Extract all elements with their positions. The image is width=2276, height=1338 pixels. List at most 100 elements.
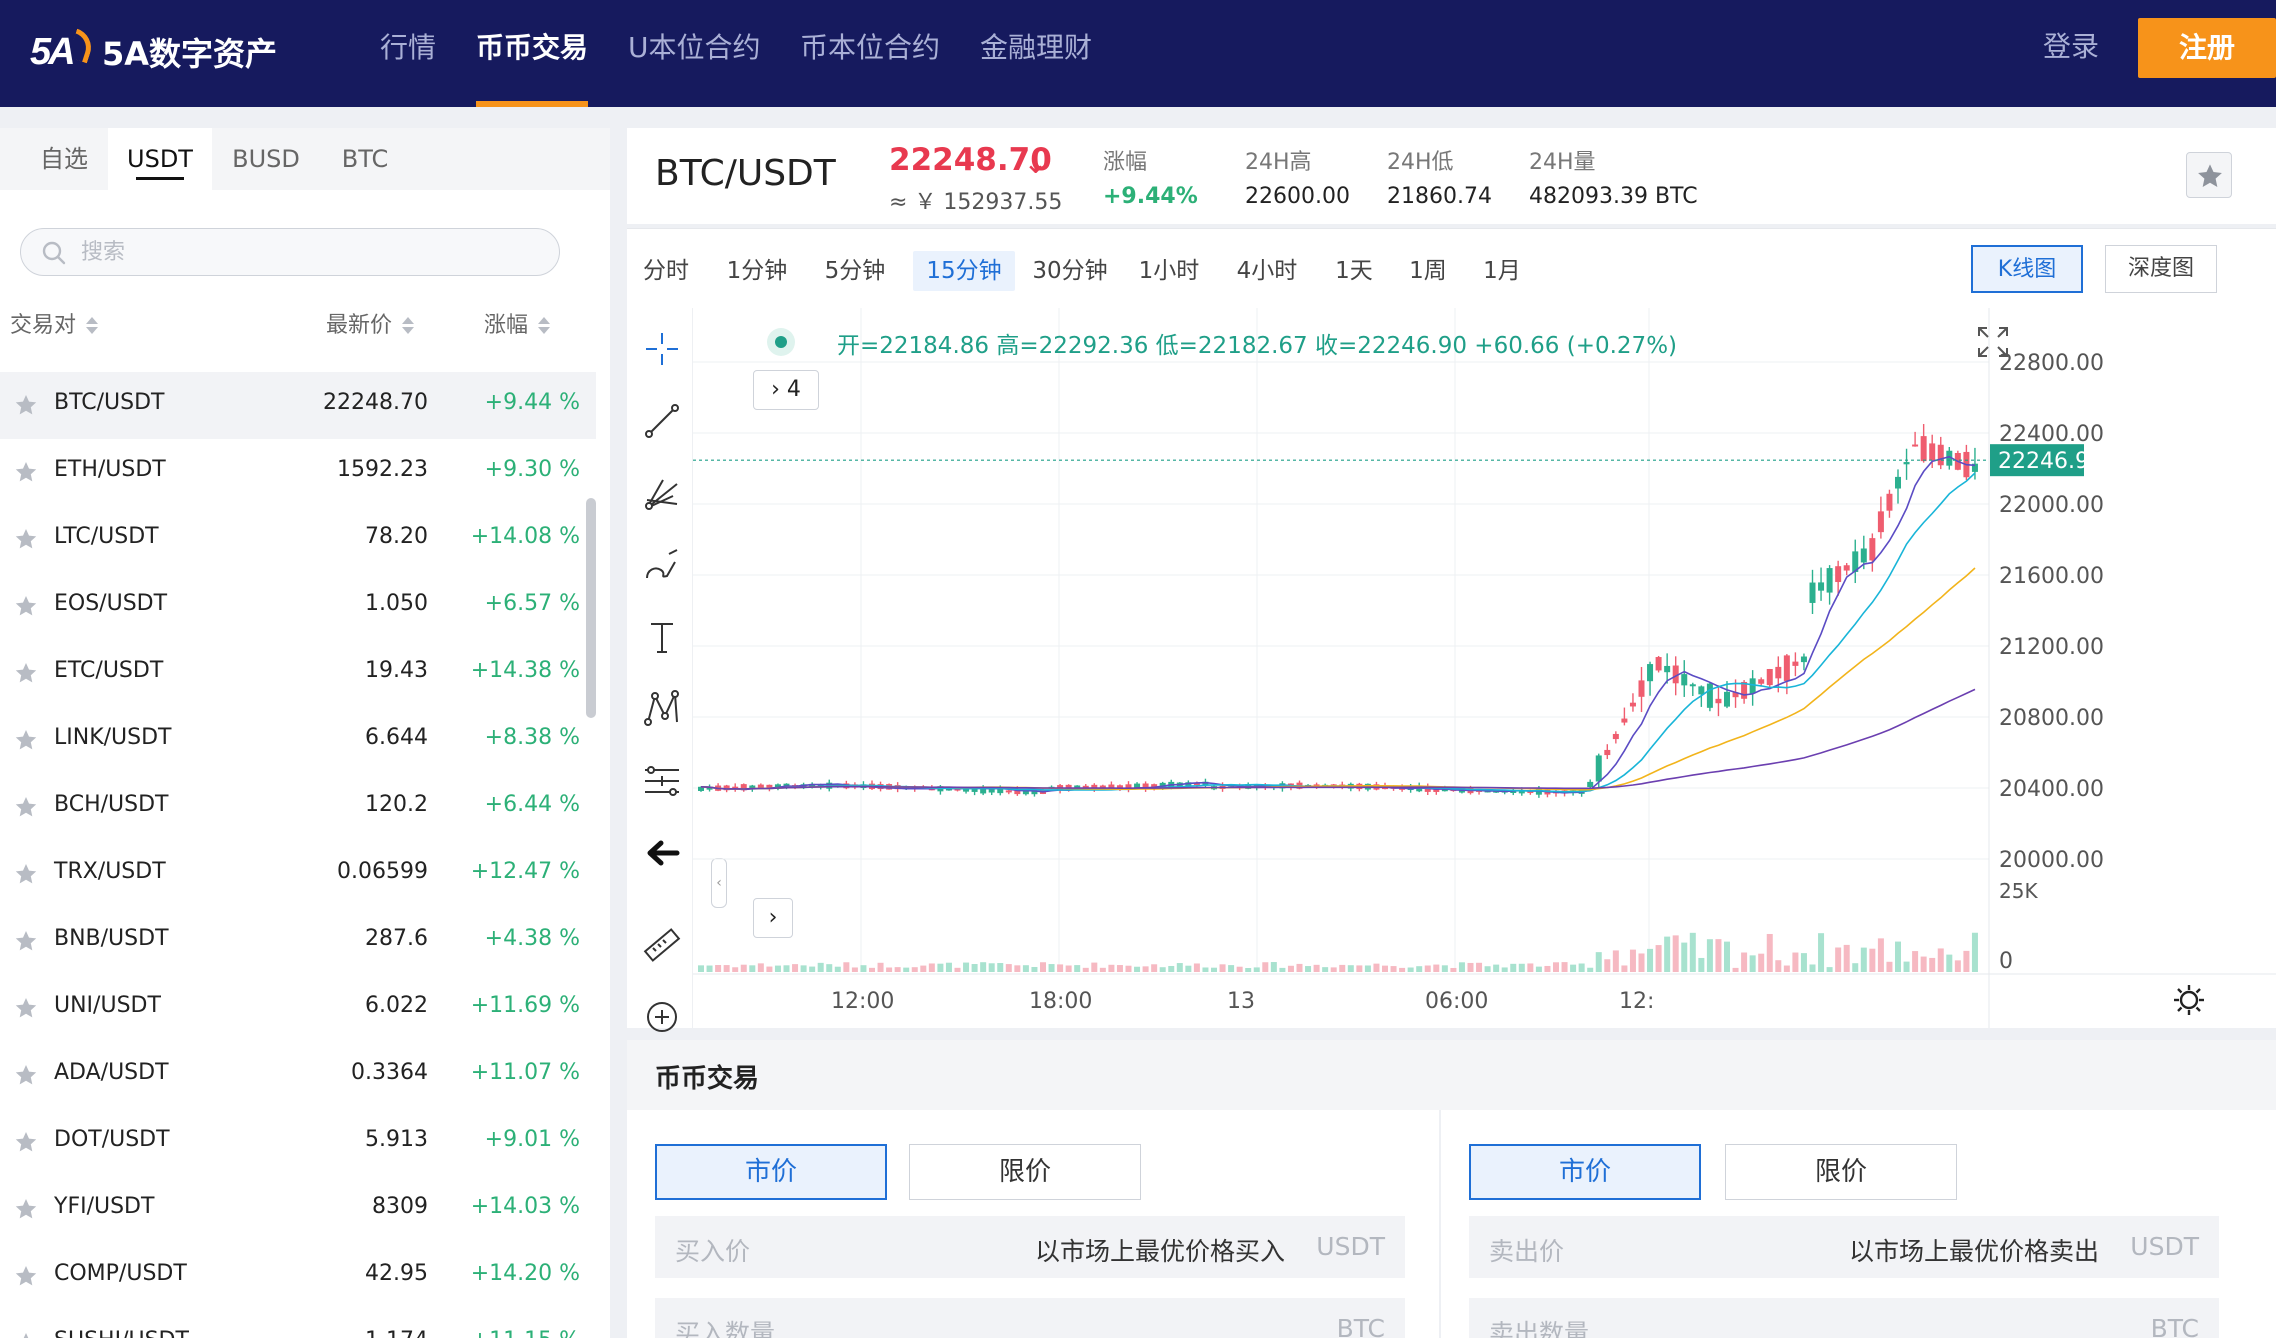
settings-gear-icon[interactable] <box>2173 984 2205 1016</box>
favorite-button[interactable] <box>2186 152 2232 198</box>
nav-item-market[interactable]: 行情 <box>380 28 436 78</box>
interval-1d[interactable]: 1天 <box>1331 251 1377 291</box>
market-list-scrollbar[interactable] <box>586 498 596 718</box>
favorite-star-icon[interactable] <box>14 728 38 752</box>
text-tool-icon[interactable] <box>643 618 681 656</box>
favorite-star-icon[interactable] <box>14 1331 38 1338</box>
buy-price-field[interactable]: 买入价 以市场上最优价格买入 USDT <box>655 1216 1405 1278</box>
fib-retracement-icon[interactable] <box>643 762 681 800</box>
candle-body <box>1758 679 1765 684</box>
market-row[interactable]: COMP/USDT 42.95 +14.20 % <box>0 1243 596 1310</box>
nav-item-finance[interactable]: 金融理财 <box>980 28 1092 78</box>
favorite-star-icon[interactable] <box>14 661 38 685</box>
column-header-change[interactable]: 涨幅 <box>484 306 551 346</box>
interval-time-share[interactable]: 分时 <box>641 251 691 291</box>
interval-1h[interactable]: 1小时 <box>1135 251 1203 291</box>
market-row[interactable]: BCH/USDT 120.2 +6.44 % <box>0 774 596 841</box>
gann-fan-icon[interactable] <box>643 474 681 512</box>
nav-item-spot-trading[interactable]: 币币交易 <box>476 28 588 78</box>
trend-line-icon[interactable] <box>643 402 681 440</box>
market-row[interactable]: ADA/USDT 0.3364 +11.07 % <box>0 1042 596 1109</box>
favorite-star-icon[interactable] <box>14 996 38 1020</box>
indicator-expand-button[interactable]: › 4 <box>753 370 819 410</box>
tab-busd[interactable]: BUSD <box>218 128 314 190</box>
column-header-price[interactable]: 最新价 <box>326 306 415 346</box>
market-row[interactable]: ETC/USDT 19.43 +14.38 % <box>0 640 596 707</box>
interval-5m[interactable]: 5分钟 <box>821 251 889 291</box>
tab-usdt[interactable]: USDT <box>108 128 212 190</box>
market-row[interactable]: ETH/USDT 1592.23 +9.30 % <box>0 439 596 506</box>
login-button[interactable]: 登录 <box>2043 24 2099 70</box>
volume-bar <box>1134 966 1141 972</box>
volume-bar <box>1852 963 1859 972</box>
search-input[interactable] <box>81 235 541 269</box>
market-row[interactable]: DOT/USDT 5.913 +9.01 % <box>0 1109 596 1176</box>
tab-btc[interactable]: BTC <box>322 128 408 190</box>
favorite-star-icon[interactable] <box>14 393 38 417</box>
favorite-star-icon[interactable] <box>14 1130 38 1154</box>
register-button[interactable]: 注册 <box>2138 18 2276 78</box>
volume-bar <box>1014 965 1021 972</box>
market-row[interactable]: TRX/USDT 0.06599 +12.47 % <box>0 841 596 908</box>
interval-1w[interactable]: 1周 <box>1405 251 1451 291</box>
volume-bar <box>1501 967 1508 972</box>
nav-item-usdt-futures[interactable]: U本位合约 <box>628 28 761 78</box>
favorite-star-icon[interactable] <box>14 862 38 886</box>
volume-bar <box>1595 952 1602 972</box>
nav-item-coin-futures[interactable]: 币本位合约 <box>800 28 940 78</box>
zoom-in-icon[interactable] <box>643 998 681 1036</box>
ticker-low: 21860.74 <box>1387 184 1492 209</box>
interval-1mo[interactable]: 1月 <box>1479 251 1525 291</box>
market-row[interactable]: BNB/USDT 287.6 +4.38 % <box>0 908 596 975</box>
favorite-star-icon[interactable] <box>14 795 38 819</box>
volume-bar <box>1869 948 1876 972</box>
sell-price-market-text: 以市场上最优价格卖出 <box>1848 1237 2099 1266</box>
pattern-icon[interactable] <box>643 690 681 728</box>
kline-chart-button[interactable]: K线图 <box>1971 245 2083 293</box>
market-row[interactable]: UNI/USDT 6.022 +11.69 % <box>0 975 596 1042</box>
volume-bar <box>1193 963 1200 972</box>
volume-bar <box>1535 966 1542 972</box>
fullscreen-icon[interactable] <box>1975 324 2011 360</box>
market-row-price: 5.913 <box>365 1127 428 1152</box>
interval-15m[interactable]: 15分钟 <box>913 251 1015 291</box>
ruler-icon[interactable] <box>643 926 681 964</box>
volume-bar <box>1664 936 1671 972</box>
sell-market-order-tab[interactable]: 市价 <box>1469 1144 1701 1200</box>
favorite-star-icon[interactable] <box>14 1197 38 1221</box>
favorite-star-icon[interactable] <box>14 594 38 618</box>
buy-quantity-field[interactable]: 买入数量 BTC <box>655 1298 1405 1338</box>
market-row[interactable]: BTC/USDT 22248.70 +9.44 % <box>0 372 596 439</box>
candle-body <box>988 789 995 793</box>
interval-1m[interactable]: 1分钟 <box>723 251 791 291</box>
sell-price-field[interactable]: 卖出价 以市场上最优价格卖出 USDT <box>1469 1216 2219 1278</box>
market-row-pair: ETH/USDT <box>54 457 166 482</box>
favorite-star-icon[interactable] <box>14 527 38 551</box>
market-row[interactable]: LTC/USDT 78.20 +14.08 % <box>0 506 596 573</box>
interval-30m[interactable]: 30分钟 <box>1029 251 1111 291</box>
brand-logo[interactable]: 5A 5A数字资产 <box>30 22 277 82</box>
favorite-star-icon[interactable] <box>14 929 38 953</box>
crosshair-icon[interactable] <box>643 330 681 368</box>
market-row[interactable]: YFI/USDT 8309 +14.03 % <box>0 1176 596 1243</box>
series-visibility-toggle[interactable] <box>767 328 795 356</box>
favorite-star-icon[interactable] <box>14 460 38 484</box>
kline-chart[interactable]: ‹ 22800.00 22400.00 22000.00 21600.00 21200.… <box>627 308 2276 1032</box>
buy-market-order-tab[interactable]: 市价 <box>655 1144 887 1200</box>
sell-quantity-field[interactable]: 卖出数量 BTC <box>1469 1298 2219 1338</box>
buy-limit-order-tab[interactable]: 限价 <box>909 1144 1141 1200</box>
volume-bar <box>1065 965 1072 972</box>
back-arrow-icon[interactable] <box>643 834 681 872</box>
sell-limit-order-tab[interactable]: 限价 <box>1725 1144 1957 1200</box>
market-row[interactable]: LINK/USDT 6.644 +8.38 % <box>0 707 596 774</box>
depth-chart-button[interactable]: 深度图 <box>2105 245 2217 293</box>
favorite-star-icon[interactable] <box>14 1264 38 1288</box>
y-tick-label: 20800.00 <box>1999 706 2104 731</box>
favorite-star-icon[interactable] <box>14 1063 38 1087</box>
brush-icon[interactable] <box>643 546 681 584</box>
column-header-pair[interactable]: 交易对 <box>10 306 99 346</box>
market-row[interactable]: SUSHI/USDT 1.174 +11.15 % <box>0 1310 596 1338</box>
interval-4h[interactable]: 4小时 <box>1233 251 1301 291</box>
volume-expand-button[interactable]: › <box>753 898 793 938</box>
market-row[interactable]: EOS/USDT 1.050 +6.57 % <box>0 573 596 640</box>
